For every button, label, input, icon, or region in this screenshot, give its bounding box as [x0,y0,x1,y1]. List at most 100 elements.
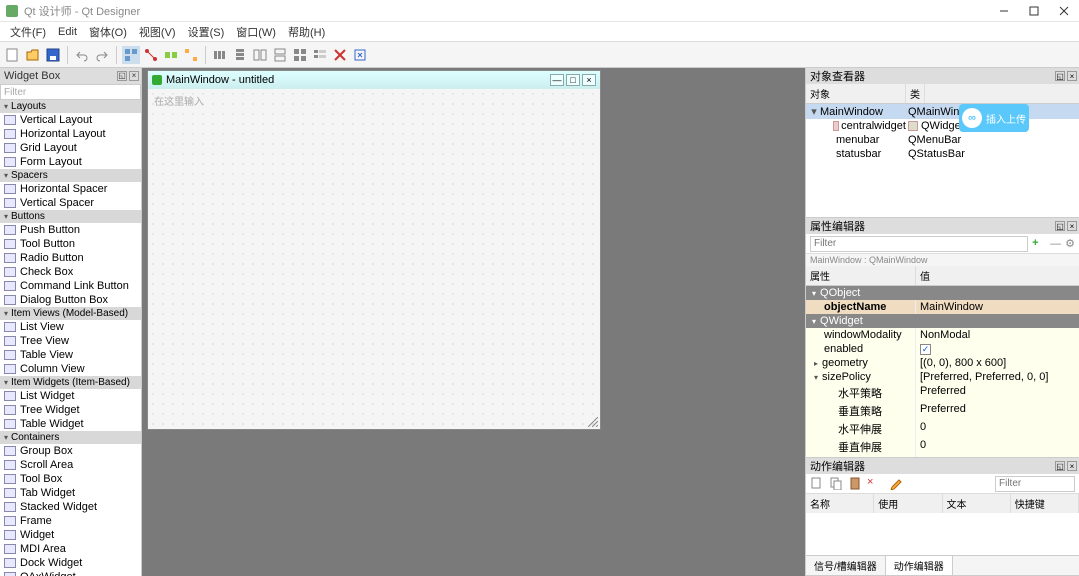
action-filter-input[interactable] [995,476,1075,492]
widget-item[interactable]: Tab Widget [0,486,141,500]
undo-icon[interactable] [73,46,91,64]
widget-category[interactable]: Layouts [0,100,141,113]
widget-item[interactable]: QAxWidget [0,570,141,576]
dock-float-icon[interactable]: ◱ [1055,71,1065,81]
form-canvas[interactable]: MainWindow - untitled — □ × 在这里输入 [142,68,805,576]
add-property-icon[interactable]: + [1032,237,1046,251]
property-group[interactable]: QObject [806,286,1079,300]
adjust-size-icon[interactable] [351,46,369,64]
widget-item[interactable]: Tool Box [0,472,141,486]
new-action-icon[interactable] [810,476,826,492]
widget-category[interactable]: Containers [0,431,141,444]
paste-action-icon[interactable] [848,476,864,492]
widget-box-filter[interactable]: Filter [0,84,141,100]
open-icon[interactable] [24,46,42,64]
widget-item[interactable]: Table Widget [0,417,141,431]
menu-help[interactable]: 帮助(H) [282,22,331,42]
minimize-button[interactable] [989,0,1019,22]
bottom-tab[interactable]: 信号/槽编辑器 [806,556,886,575]
subwin-maximize-icon[interactable]: □ [566,74,580,86]
property-row[interactable]: enabled✓ [806,342,1079,356]
object-row[interactable]: statusbarQStatusBar [806,147,1079,161]
menu-view[interactable]: 视图(V) [133,22,182,42]
edit-buddies-icon[interactable] [162,46,180,64]
remove-property-icon[interactable]: — [1050,238,1061,250]
copy-action-icon[interactable] [829,476,845,492]
widget-box-list[interactable]: LayoutsVertical LayoutHorizontal LayoutG… [0,100,141,576]
widget-item[interactable]: List Widget [0,389,141,403]
widget-item[interactable]: Table View [0,348,141,362]
dock-close-icon[interactable]: × [1067,221,1077,231]
widget-category[interactable]: Buttons [0,210,141,223]
layout-v-icon[interactable] [231,46,249,64]
object-row[interactable]: menubarQMenuBar [806,133,1079,147]
widget-item[interactable]: Form Layout [0,155,141,169]
close-button[interactable] [1049,0,1079,22]
widget-category[interactable]: Item Views (Model-Based) [0,307,141,320]
property-row[interactable]: minimumSize0 x 0 [806,456,1079,457]
widget-item[interactable]: Horizontal Layout [0,127,141,141]
maximize-button[interactable] [1019,0,1049,22]
subwin-close-icon[interactable]: × [582,74,596,86]
edit-action-icon[interactable] [889,476,905,492]
redo-icon[interactable] [93,46,111,64]
widget-item[interactable]: Dialog Button Box [0,293,141,307]
widget-item[interactable]: Stacked Widget [0,500,141,514]
widget-item[interactable]: Vertical Spacer [0,196,141,210]
menu-edit[interactable]: Edit [52,24,83,40]
property-row[interactable]: sizePolicy[Preferred, Preferred, 0, 0] [806,370,1079,384]
widget-item[interactable]: List View [0,320,141,334]
layout-form-icon[interactable] [311,46,329,64]
object-inspector-tree[interactable]: ▾MainWindowQMainWindowcentralwidgetQWidg… [806,104,1079,217]
menu-settings[interactable]: 设置(S) [182,22,231,42]
widget-item[interactable]: Push Button [0,223,141,237]
menubar-hint[interactable]: 在这里输入 [154,93,204,108]
dock-close-icon[interactable]: × [129,71,139,81]
widget-item[interactable]: Tool Button [0,237,141,251]
layout-hsplit-icon[interactable] [251,46,269,64]
widget-item[interactable]: Scroll Area [0,458,141,472]
dock-close-icon[interactable]: × [1067,71,1077,81]
widget-item[interactable]: Group Box [0,444,141,458]
widget-item[interactable]: Grid Layout [0,141,141,155]
widget-item[interactable]: Frame [0,514,141,528]
dock-close-icon[interactable]: × [1067,461,1077,471]
property-row[interactable]: 水平伸展0 [806,420,1079,438]
form-body[interactable]: 在这里输入 [148,89,600,429]
layout-grid-icon[interactable] [291,46,309,64]
widget-category[interactable]: Item Widgets (Item-Based) [0,376,141,389]
edit-taborder-icon[interactable] [182,46,200,64]
form-subwindow[interactable]: MainWindow - untitled — □ × 在这里输入 [147,70,601,430]
dock-float-icon[interactable]: ◱ [117,71,127,81]
cloud-upload-badge[interactable]: ∞ 插入上传 [959,104,1029,132]
widget-item[interactable]: Vertical Layout [0,113,141,127]
subwindow-titlebar[interactable]: MainWindow - untitled — □ × [148,71,600,89]
dock-float-icon[interactable]: ◱ [1055,221,1065,231]
widget-item[interactable]: Tree View [0,334,141,348]
action-list[interactable] [806,513,1079,555]
config-icon[interactable]: ⚙ [1065,237,1075,250]
widget-item[interactable]: Column View [0,362,141,376]
bottom-tab[interactable]: 动作编辑器 [886,556,953,575]
property-row[interactable]: 垂直策略Preferred [806,402,1079,420]
object-row[interactable]: centralwidgetQWidget [806,119,1079,133]
new-form-icon[interactable] [4,46,22,64]
menu-window[interactable]: 窗口(W) [230,22,282,42]
widget-item[interactable]: Check Box [0,265,141,279]
delete-action-icon[interactable]: × [867,476,883,492]
subwin-minimize-icon[interactable]: — [550,74,564,86]
save-icon[interactable] [44,46,62,64]
property-row[interactable]: 垂直伸展0 [806,438,1079,456]
widget-item[interactable]: Dock Widget [0,556,141,570]
layout-vsplit-icon[interactable] [271,46,289,64]
widget-item[interactable]: MDI Area [0,542,141,556]
widget-item[interactable]: Horizontal Spacer [0,182,141,196]
layout-h-icon[interactable] [211,46,229,64]
widget-item[interactable]: Radio Button [0,251,141,265]
resize-grip-icon[interactable] [588,417,598,427]
property-row[interactable]: windowModalityNonModal [806,328,1079,342]
widget-item[interactable]: Widget [0,528,141,542]
menu-file[interactable]: 文件(F) [4,22,52,42]
property-list[interactable]: QObjectobjectNameMainWindowQWidgetwindow… [806,286,1079,457]
menu-form[interactable]: 窗体(O) [83,22,133,42]
